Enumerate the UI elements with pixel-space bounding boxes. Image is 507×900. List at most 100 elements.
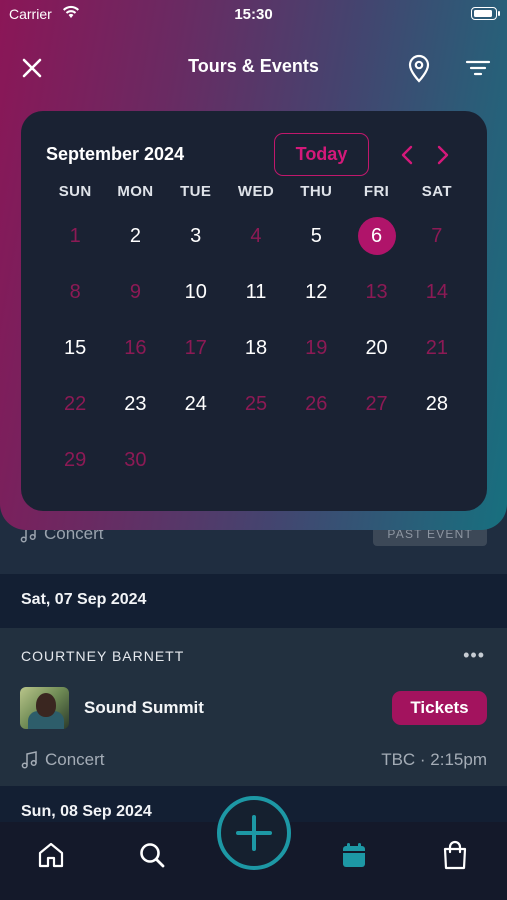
more-options-icon[interactable]: •••	[463, 646, 485, 664]
calendar-day[interactable]: 19	[286, 327, 346, 383]
calendar-day-number: 19	[305, 337, 328, 359]
calendar-day[interactable]: 15	[45, 327, 105, 383]
add-button[interactable]	[217, 796, 291, 870]
calendar-widget: September 2024 Today SUN MON TUE WED THU…	[21, 111, 487, 511]
calendar-day-number: 7	[431, 225, 443, 247]
weekday-label: TUE	[180, 183, 212, 200]
calendar-day-number: 8	[69, 281, 81, 303]
home-icon	[38, 842, 64, 868]
calendar-day[interactable]: 25	[226, 383, 286, 439]
chevron-right-icon[interactable]	[433, 144, 453, 166]
calendar-day-number: 10	[184, 281, 207, 303]
calendar-day[interactable]: 17	[166, 327, 226, 383]
calendar-day-selected[interactable]: 6	[346, 215, 406, 271]
calendar-day[interactable]: 27	[346, 383, 406, 439]
calendar-day-number: 13	[365, 281, 388, 303]
weekday-label: SUN	[58, 183, 92, 200]
calendar-day-number: 4	[250, 225, 262, 247]
location-pin-icon[interactable]	[405, 52, 433, 84]
tab-calendar[interactable]	[334, 838, 374, 872]
calendar-day-number: 16	[124, 337, 147, 359]
event-time: TBC · 2:15pm	[381, 750, 487, 769]
weekday-label: THU	[300, 183, 333, 200]
battery-icon	[471, 7, 500, 20]
date-header-label: Sat, 07 Sep 2024	[21, 591, 147, 608]
status-time: 15:30	[234, 6, 273, 23]
calendar-day-number: 18	[244, 337, 268, 359]
calendar-day[interactable]: 28	[407, 383, 467, 439]
calendar-day[interactable]: 1	[45, 215, 105, 271]
calendar-day[interactable]: 22	[45, 383, 105, 439]
calendar-day[interactable]: 30	[105, 439, 165, 495]
event-category-label: Concert	[45, 750, 105, 769]
search-icon	[140, 843, 165, 868]
header-panel: Carrier 15:30 Tours & Events September 2…	[0, 0, 507, 530]
shopping-bag-icon	[443, 840, 467, 870]
calendar-day-number: 25	[244, 393, 268, 415]
calendar-icon	[343, 843, 365, 867]
calendar-day-number: 2	[129, 225, 141, 247]
calendar-day-number: 11	[245, 281, 267, 303]
calendar-day[interactable]: 10	[166, 271, 226, 327]
calendar-day[interactable]: 2	[105, 215, 165, 271]
calendar-day-number: 30	[124, 449, 147, 471]
calendar-day-number: 21	[425, 337, 448, 359]
calendar-day-number: 15	[64, 337, 87, 359]
calendar-day-number: 9	[129, 281, 141, 303]
calendar-day[interactable]: 21	[407, 327, 467, 383]
filter-icon[interactable]	[464, 56, 492, 80]
calendar-day[interactable]: 24	[166, 383, 226, 439]
calendar-day[interactable]: 13	[346, 271, 406, 327]
calendar-month-label: September 2024	[46, 144, 185, 164]
status-bar: Carrier 15:30	[0, 0, 507, 30]
calendar-day[interactable]: 20	[346, 327, 406, 383]
artist-name: COURTNEY BARNETT	[21, 648, 185, 664]
calendar-day[interactable]: 8	[45, 271, 105, 327]
calendar-day-number: 27	[365, 393, 388, 415]
calendar-day-number: 12	[305, 281, 328, 303]
calendar-day-number: 24	[184, 393, 207, 415]
weekday-label: WED	[237, 183, 275, 200]
tickets-button[interactable]: Tickets	[392, 691, 487, 725]
calendar-day-number: 20	[365, 337, 388, 359]
calendar-day-number: 5	[310, 225, 322, 247]
chevron-left-icon[interactable]	[397, 144, 417, 166]
event-thumbnail	[20, 687, 69, 729]
calendar-day[interactable]: 12	[286, 271, 346, 327]
calendar-day[interactable]: 3	[166, 215, 226, 271]
calendar-day[interactable]: 5	[286, 215, 346, 271]
calendar-day[interactable]: 9	[105, 271, 165, 327]
date-header-label: Sun, 08 Sep 2024	[21, 803, 152, 820]
plus-icon	[236, 815, 272, 851]
tab-home[interactable]	[31, 838, 71, 872]
calendar-day[interactable]: 14	[407, 271, 467, 327]
calendar-day[interactable]: 18	[226, 327, 286, 383]
app-screen: Concert PAST EVENT Sat, 07 Sep 2024 COUR…	[0, 0, 507, 900]
calendar-day[interactable]: 23	[105, 383, 165, 439]
calendar-day[interactable]: 29	[45, 439, 105, 495]
calendar-day[interactable]: 4	[226, 215, 286, 271]
nav-bar: Tours & Events	[0, 48, 507, 88]
weekday-header-row: SUN MON TUE WED THU FRI SAT	[45, 183, 467, 200]
calendar-day-number: 23	[124, 393, 147, 415]
today-button[interactable]: Today	[274, 133, 369, 176]
weekday-label: SAT	[421, 183, 452, 200]
tab-search[interactable]	[132, 838, 172, 872]
calendar-day-number: 14	[425, 281, 448, 303]
calendar-day[interactable]: 7	[407, 215, 467, 271]
event-title[interactable]: Sound Summit	[84, 698, 204, 718]
calendar-day-number: 17	[184, 337, 207, 359]
calendar-day-number: 6	[371, 225, 383, 247]
calendar-day-number: 1	[69, 225, 81, 247]
calendar-day-number: 22	[64, 393, 87, 415]
event-category: Concert	[21, 750, 105, 770]
music-note-icon	[21, 751, 37, 769]
calendar-day[interactable]: 11	[226, 271, 286, 327]
date-header: Sat, 07 Sep 2024	[0, 574, 507, 628]
weekday-label: MON	[117, 183, 154, 200]
tab-shop[interactable]	[435, 838, 475, 872]
calendar-day-number: 26	[305, 393, 328, 415]
calendar-day[interactable]: 26	[286, 383, 346, 439]
calendar-day-number: 28	[425, 393, 448, 415]
calendar-day[interactable]: 16	[105, 327, 165, 383]
